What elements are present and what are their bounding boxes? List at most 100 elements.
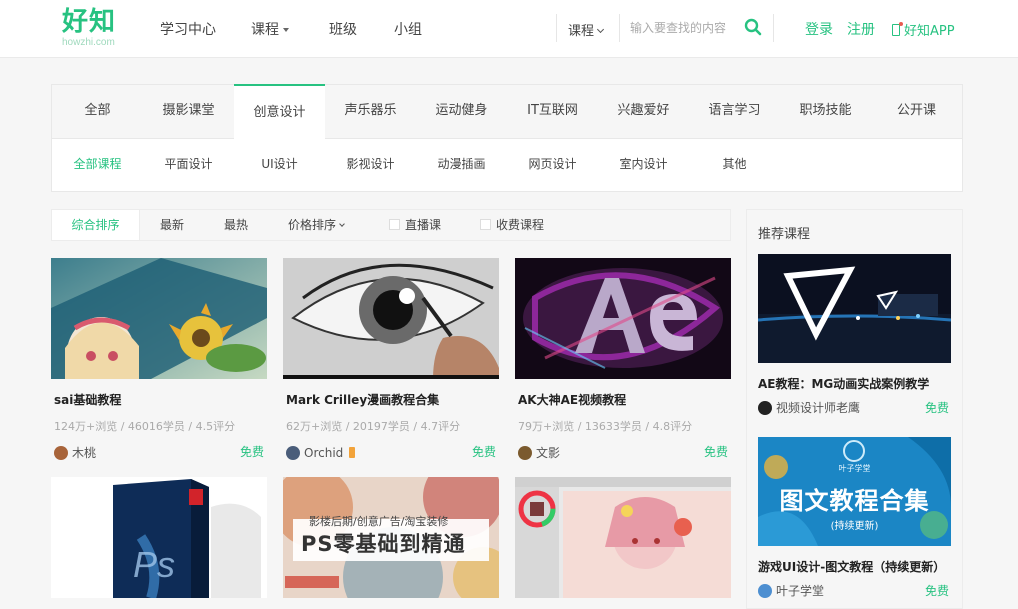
divider bbox=[773, 14, 774, 42]
search-type-label: 课程 bbox=[568, 24, 595, 39]
course-stats: 79万+浏览 / 13633学员 / 4.8评分 bbox=[518, 420, 693, 433]
course-thumbnail[interactable]: 影楼后期/创意广告/淘宝装修 PS零基础到精通 bbox=[283, 477, 499, 598]
course-thumbnail[interactable] bbox=[515, 477, 731, 598]
course-card[interactable]: sai基础教程 124万+浏览 / 46016学员 / 4.5评分 木桃 免费 bbox=[51, 258, 267, 460]
anime-umbrella-image bbox=[51, 258, 267, 379]
author-name[interactable]: 叶子学堂 bbox=[776, 584, 824, 598]
checkbox[interactable] bbox=[480, 219, 491, 230]
banner-title: 图文教程合集 bbox=[779, 487, 930, 515]
sort-price-label: 价格排序 bbox=[288, 218, 337, 232]
author-name[interactable]: 视频设计师老鹰 bbox=[776, 401, 860, 415]
tab-career-skills[interactable]: 职场技能 bbox=[780, 85, 871, 139]
checkbox[interactable] bbox=[389, 219, 400, 230]
after-effects-logo-image bbox=[515, 258, 731, 379]
logo-domain: howzhi.com bbox=[62, 37, 115, 48]
svg-text:Ps: Ps bbox=[133, 544, 175, 585]
tab-languages[interactable]: 语言学习 bbox=[689, 85, 780, 139]
tab-hobbies[interactable]: 兴趣爱好 bbox=[598, 85, 689, 139]
course-title[interactable]: 游戏UI设计-图文教程（持续更新） bbox=[758, 558, 951, 575]
login-link[interactable]: 登录 bbox=[805, 19, 833, 39]
course-thumbnail[interactable] bbox=[283, 258, 499, 379]
nav-classes[interactable]: 班级 bbox=[329, 19, 357, 39]
subtab-film-design[interactable]: 影视设计 bbox=[325, 155, 416, 172]
author-name[interactable]: Orchid bbox=[304, 446, 343, 460]
author-name[interactable]: 木桃 bbox=[72, 446, 96, 460]
course-thumbnail[interactable] bbox=[758, 254, 951, 363]
sort-price[interactable]: 价格排序 bbox=[288, 210, 345, 240]
register-link[interactable]: 注册 bbox=[847, 19, 875, 39]
course-card[interactable]: Mark Crilley漫画教程合集 62万+浏览 / 20197学员 / 4.… bbox=[283, 258, 499, 460]
course-card[interactable]: Ps bbox=[51, 477, 267, 598]
banner-subtitle: 影楼后期/创意广告/淘宝装修 bbox=[309, 515, 449, 528]
avatar[interactable] bbox=[54, 446, 68, 460]
app-download-link[interactable]: 好知APP bbox=[892, 20, 955, 39]
course-footer: 视频设计师老鹰 免费 bbox=[758, 399, 951, 415]
top-navigation-bar: 好知 howzhi.com 学习中心 课程 班级 小组 课程 登录 注册 好知A… bbox=[0, 0, 1018, 58]
price-label: 免费 bbox=[239, 445, 264, 459]
filter-live-label: 直播课 bbox=[405, 218, 442, 232]
tab-photography[interactable]: 摄影课堂 bbox=[143, 85, 234, 139]
recommended-course[interactable]: 叶子学堂 图文教程合集 (持续更新) 游戏UI设计-图文教程（持续更新） 叶子学… bbox=[758, 437, 951, 598]
search-type-select[interactable]: 课程 bbox=[568, 20, 605, 39]
divider bbox=[556, 14, 557, 42]
course-footer: 文影 免费 bbox=[515, 442, 731, 460]
subtab-web-design[interactable]: 网页设计 bbox=[507, 155, 598, 172]
night-city-triangle-image bbox=[758, 254, 951, 363]
avatar[interactable] bbox=[286, 446, 300, 460]
course-thumbnail[interactable] bbox=[515, 258, 731, 379]
course-title[interactable]: sai基础教程 bbox=[51, 391, 267, 408]
nav-groups[interactable]: 小组 bbox=[394, 19, 422, 39]
course-card[interactable]: AK大神AE视频教程 79万+浏览 / 13633学员 / 4.8评分 文影 免… bbox=[515, 258, 731, 460]
course-card[interactable] bbox=[515, 477, 731, 598]
recommended-course[interactable]: AE教程：MG动画实战案例教学 视频设计师老鹰 免费 bbox=[758, 254, 951, 415]
nav-learning-center[interactable]: 学习中心 bbox=[160, 19, 216, 39]
tab-fitness[interactable]: 运动健身 bbox=[416, 85, 507, 139]
course-footer: 木桃 免费 bbox=[51, 442, 267, 460]
filter-paid[interactable]: 收费课程 bbox=[480, 210, 544, 240]
course-thumbnail[interactable] bbox=[51, 258, 267, 379]
subtab-all-courses[interactable]: 全部课程 bbox=[52, 155, 143, 172]
course-thumbnail[interactable]: Ps bbox=[51, 477, 267, 598]
tab-music[interactable]: 声乐器乐 bbox=[325, 85, 416, 139]
chevron-down-icon bbox=[596, 25, 605, 34]
subtab-graphic-design[interactable]: 平面设计 bbox=[143, 155, 234, 172]
photoshop-box-image: Ps bbox=[51, 477, 267, 598]
tab-all[interactable]: 全部 bbox=[52, 85, 143, 139]
subtab-animation[interactable]: 动漫插画 bbox=[416, 155, 507, 172]
eye-drawing-image bbox=[283, 258, 499, 379]
chevron-down-icon bbox=[339, 221, 345, 227]
site-logo[interactable]: 好知 howzhi.com bbox=[62, 6, 132, 48]
search-input[interactable] bbox=[630, 17, 734, 39]
tab-it-internet[interactable]: IT互联网 bbox=[507, 85, 598, 139]
course-title[interactable]: Mark Crilley漫画教程合集 bbox=[283, 391, 499, 408]
price-label: 免费 bbox=[924, 401, 949, 415]
course-title[interactable]: AK大神AE视频教程 bbox=[515, 391, 731, 408]
price-label: 免费 bbox=[703, 445, 728, 459]
avatar[interactable] bbox=[518, 446, 532, 460]
tab-open-courses[interactable]: 公开课 bbox=[871, 85, 962, 139]
subtab-ui-design[interactable]: UI设计 bbox=[234, 155, 325, 172]
sort-newest[interactable]: 最新 bbox=[160, 210, 184, 240]
banner-subtitle: (持续更新) bbox=[830, 521, 879, 532]
price-label: 免费 bbox=[471, 445, 496, 459]
recommended-sidebar: 推荐课程 AE教程：MG动画实战案例教学 视频设计师老鹰 免费 叶子学堂 图文教… bbox=[746, 209, 963, 609]
avatar[interactable] bbox=[758, 584, 772, 598]
course-title[interactable]: AE教程：MG动画实战案例教学 bbox=[758, 375, 951, 392]
banner-title: PS零基础到精通 bbox=[301, 532, 466, 556]
avatar[interactable] bbox=[758, 401, 772, 415]
filter-paid-label: 收费课程 bbox=[496, 218, 545, 232]
course-thumbnail[interactable]: 叶子学堂 图文教程合集 (持续更新) bbox=[758, 437, 951, 546]
subtab-interior-design[interactable]: 室内设计 bbox=[598, 155, 689, 172]
author-name[interactable]: 文影 bbox=[536, 446, 560, 460]
sai-software-screenshot-image bbox=[515, 477, 731, 598]
caret-down-icon bbox=[283, 28, 289, 32]
course-card[interactable]: 影楼后期/创意广告/淘宝装修 PS零基础到精通 bbox=[283, 477, 499, 598]
search-icon[interactable] bbox=[744, 18, 762, 36]
sort-hottest[interactable]: 最热 bbox=[224, 210, 248, 240]
course-stats: 124万+浏览 / 46016学员 / 4.5评分 bbox=[54, 420, 236, 433]
subtab-other[interactable]: 其他 bbox=[689, 155, 780, 172]
nav-courses[interactable]: 课程 bbox=[251, 19, 289, 39]
sort-comprehensive[interactable]: 综合排序 bbox=[52, 210, 140, 240]
filter-live[interactable]: 直播课 bbox=[389, 210, 441, 240]
tab-creative-design[interactable]: 创意设计 bbox=[234, 84, 325, 140]
